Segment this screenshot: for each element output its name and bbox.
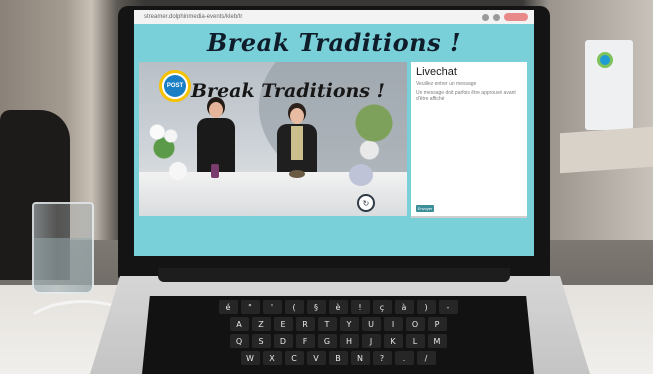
key[interactable]: . [394, 351, 414, 365]
key[interactable]: J [361, 334, 381, 348]
key[interactable]: U [361, 317, 381, 331]
keyboard-row: Q S D F G H J K L M [146, 334, 530, 348]
send-button[interactable]: Envoyer [416, 205, 434, 212]
post-logo-text: POST [164, 75, 186, 97]
key[interactable]: ) [416, 300, 436, 314]
key[interactable]: V [306, 351, 326, 365]
key[interactable]: é [218, 300, 238, 314]
key[interactable]: E [273, 317, 293, 331]
key[interactable]: ç [372, 300, 392, 314]
key[interactable]: Z [251, 317, 271, 331]
key[interactable]: O [405, 317, 425, 331]
key[interactable]: C [284, 351, 304, 365]
keyboard-row: A Z E R T Y U I O P [146, 317, 530, 331]
counter-object [169, 162, 187, 180]
key[interactable]: ' [262, 300, 282, 314]
chat-notice: Un message doit parfois être approuvé av… [416, 90, 516, 102]
key[interactable]: è [328, 300, 348, 314]
laptop-screen: streamer.dolphinmedia-events/kleb/tr Bre… [134, 10, 534, 256]
plant-decoration [351, 102, 397, 162]
presenter-shirt [291, 126, 303, 160]
livechat-panel: Livechat Veuillez entrer un message Un m… [411, 62, 527, 216]
key[interactable]: X [262, 351, 282, 365]
video-overlay-title: Break Traditions ! [191, 80, 385, 102]
page-title: Break Traditions ! [206, 28, 461, 57]
loading-icon[interactable]: ↻ [357, 194, 375, 212]
post-logo: POST [159, 70, 191, 102]
livechat-footer [411, 216, 527, 218]
key[interactable]: F [295, 334, 315, 348]
banner-logo-mark [597, 52, 613, 68]
background-desk [560, 126, 653, 174]
presenter-right [277, 108, 317, 178]
key[interactable]: § [306, 300, 326, 314]
browser-toolbar: streamer.dolphinmedia-events/kleb/tr [134, 10, 534, 24]
key[interactable]: K [383, 334, 403, 348]
laptop-hinge [158, 268, 510, 282]
key[interactable]: Q [229, 334, 249, 348]
address-bar[interactable]: streamer.dolphinmedia-events/kleb/tr [144, 12, 374, 22]
key[interactable]: T [317, 317, 337, 331]
key[interactable]: H [339, 334, 359, 348]
key[interactable]: D [273, 334, 293, 348]
key[interactable]: M [427, 334, 447, 348]
laptop-keyboard: é " ' ( § è ! ç à ) - A Z E R T Y U I O … [142, 296, 534, 374]
video-player[interactable]: POST Break Traditions ! ↻ [139, 62, 407, 216]
keyboard-row: W X C V B N ? . / [146, 351, 530, 365]
key[interactable]: Y [339, 317, 359, 331]
key[interactable]: A [229, 317, 249, 331]
key[interactable]: / [416, 351, 436, 365]
key[interactable]: ( [284, 300, 304, 314]
extension-icon[interactable] [493, 13, 500, 21]
key[interactable]: P [427, 317, 447, 331]
key[interactable]: ? [372, 351, 392, 365]
key[interactable]: B [328, 351, 348, 365]
key[interactable]: W [240, 351, 260, 365]
key[interactable]: " [240, 300, 260, 314]
counter-object [349, 164, 373, 186]
presenter-head [290, 108, 304, 124]
key[interactable]: N [350, 351, 370, 365]
key[interactable]: R [295, 317, 315, 331]
presenter-head [209, 102, 223, 118]
key[interactable]: à [394, 300, 414, 314]
keyboard-row: é " ' ( § è ! ç à ) - [146, 300, 530, 314]
key[interactable]: - [438, 300, 458, 314]
browser-action-button[interactable] [504, 13, 528, 21]
key[interactable]: S [251, 334, 271, 348]
key[interactable]: L [405, 334, 425, 348]
glass-water [34, 238, 92, 292]
browser-tools [482, 13, 528, 21]
counter-object [211, 164, 219, 178]
chat-placeholder[interactable]: Veuillez entrer un message [416, 81, 522, 87]
counter-object [289, 170, 305, 178]
star-icon[interactable] [482, 13, 489, 21]
flower-bouquet [147, 120, 181, 160]
key[interactable]: I [383, 317, 403, 331]
key[interactable]: ! [350, 300, 370, 314]
livechat-title: Livechat [416, 66, 457, 78]
key[interactable]: G [317, 334, 337, 348]
